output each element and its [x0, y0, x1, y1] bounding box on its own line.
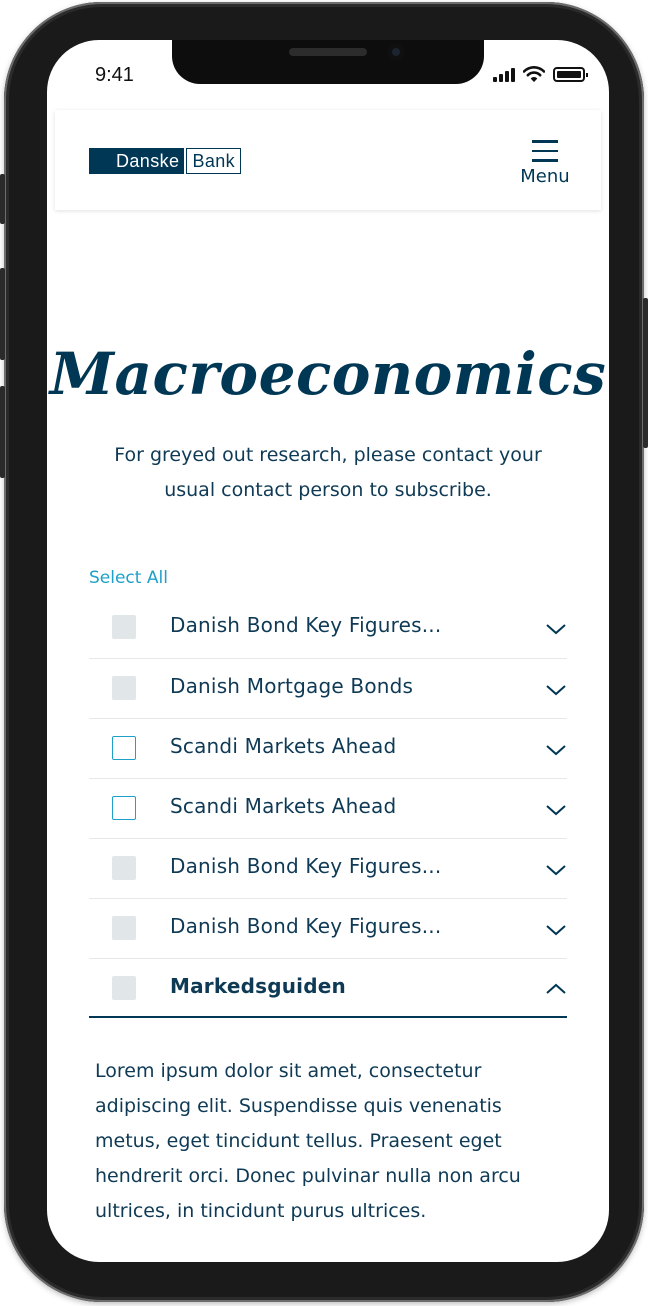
- volume-down-button: [0, 386, 5, 478]
- battery-icon: [553, 67, 588, 82]
- list-item[interactable]: Danish Bond Key Figures...: [89, 598, 567, 658]
- notch: [172, 40, 484, 84]
- expanded-description: Lorem ipsum dolor sit amet, consectetur …: [95, 1060, 521, 1222]
- status-time: 9:41: [95, 64, 134, 86]
- list-item[interactable]: Danish Bond Key Figures...: [89, 838, 567, 898]
- chevron-down-icon[interactable]: [545, 738, 567, 760]
- item-label: Scandi Markets Ahead: [170, 734, 397, 758]
- signal-icon: [493, 68, 515, 82]
- research-list: Danish Bond Key Figures... Danish Mortgag…: [89, 598, 567, 1018]
- site-header: Danske Bank Menu: [55, 110, 601, 210]
- list-item[interactable]: Scandi Markets Ahead: [89, 718, 567, 778]
- power-button: [643, 298, 648, 448]
- item-label: Danish Bond Key Figures...: [170, 914, 442, 938]
- status-icons: [493, 66, 588, 82]
- menu-button[interactable]: Menu: [515, 140, 575, 190]
- chevron-down-icon[interactable]: [545, 858, 567, 880]
- phone-frame: 9:41 Danske Bank Menu Macroeconomics For…: [0, 2, 648, 1302]
- item-checkbox: [112, 856, 136, 880]
- logo-text-danske: Danske: [89, 148, 185, 174]
- item-checkbox: [112, 916, 136, 940]
- chevron-up-icon[interactable]: [545, 978, 567, 1000]
- mute-switch: [0, 174, 5, 224]
- item-label: Danish Bond Key Figures...: [170, 613, 442, 637]
- logo-text-bank: Bank: [186, 148, 242, 174]
- item-checkbox: [112, 676, 136, 700]
- volume-up-button: [0, 268, 5, 360]
- screen: 9:41 Danske Bank Menu Macroeconomics For…: [47, 40, 609, 1262]
- page-subtitle: For greyed out research, please contact …: [114, 444, 542, 501]
- item-checkbox: [112, 615, 136, 639]
- chevron-down-icon[interactable]: [545, 617, 567, 639]
- list-item[interactable]: Markedsguiden: [89, 958, 567, 1018]
- item-label: Danish Bond Key Figures...: [170, 854, 442, 878]
- select-all-link[interactable]: Select All: [89, 568, 168, 588]
- item-label: Scandi Markets Ahead: [170, 794, 397, 818]
- hamburger-icon: [532, 140, 558, 162]
- item-label: Markedsguiden: [170, 974, 346, 998]
- list-item[interactable]: Scandi Markets Ahead: [89, 778, 567, 838]
- wifi-icon: [523, 66, 545, 82]
- item-checkbox[interactable]: [112, 796, 136, 820]
- item-checkbox[interactable]: [112, 736, 136, 760]
- chevron-down-icon[interactable]: [545, 798, 567, 820]
- list-item[interactable]: Danish Mortgage Bonds: [89, 658, 567, 718]
- danske-bank-logo[interactable]: Danske Bank: [89, 148, 242, 174]
- item-checkbox: [112, 976, 136, 1000]
- front-camera: [388, 44, 404, 60]
- speaker: [289, 48, 367, 56]
- list-item[interactable]: Danish Bond Key Figures...: [89, 898, 567, 958]
- menu-label: Menu: [520, 165, 570, 187]
- page-title: Macroeconomics: [49, 340, 607, 408]
- chevron-down-icon[interactable]: [545, 918, 567, 940]
- chevron-down-icon[interactable]: [545, 678, 567, 700]
- item-label: Danish Mortgage Bonds: [170, 674, 414, 698]
